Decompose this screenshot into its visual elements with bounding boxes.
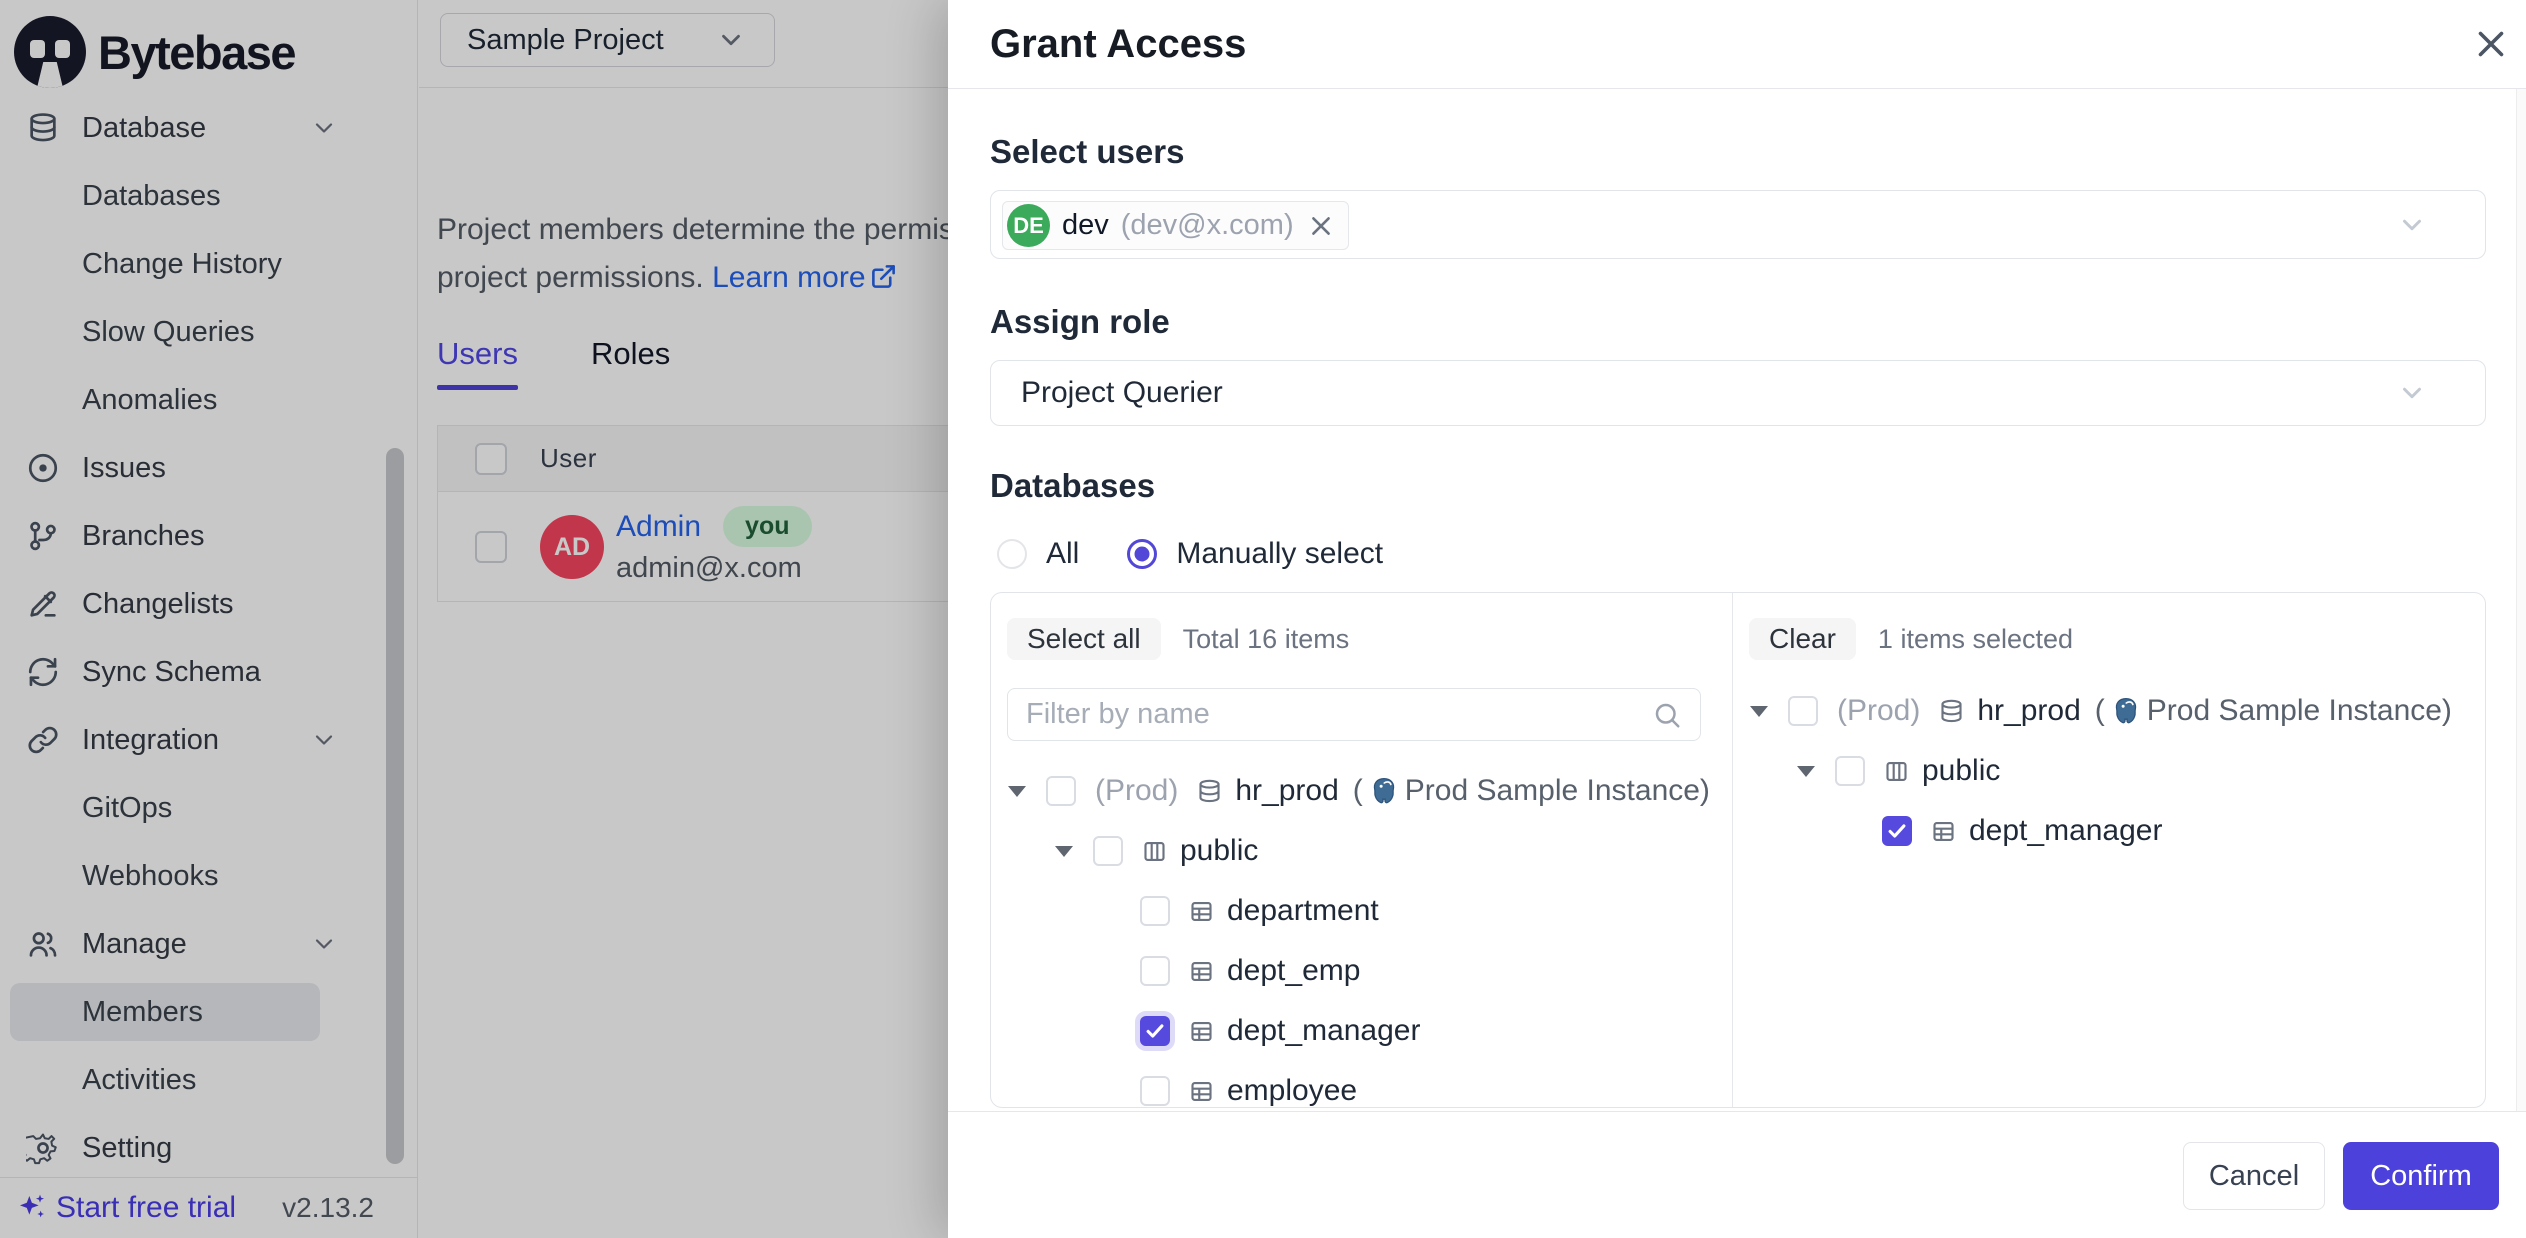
search-icon	[1652, 700, 1682, 730]
selected-count-label: 1 items selected	[1878, 624, 2073, 655]
checkbox-unchecked[interactable]	[1046, 776, 1076, 806]
tree-row-hr_prod[interactable]: (Prod) hr_prod (Prod Sample Instance)	[1733, 681, 2485, 741]
caret-down-icon[interactable]	[1055, 846, 1093, 857]
radio-selected-icon	[1127, 539, 1157, 569]
role-select-value: Project Querier	[1021, 376, 1223, 410]
modal-scrollbar[interactable]	[2516, 89, 2526, 1111]
tree-node-name: public	[1180, 834, 1258, 868]
table-icon	[1188, 1018, 1215, 1045]
radio-all[interactable]: All	[997, 537, 1079, 571]
database-picker: Select all Total 16 items (Prod)hr_prod(…	[990, 592, 2486, 1108]
available-tree: (Prod) hr_prod (Prod Sample Instance) publi…	[991, 761, 1732, 1107]
schema-icon	[1883, 758, 1910, 785]
modal-title: Grant Access	[990, 22, 1246, 67]
picker-available-panel: Select all Total 16 items (Prod)hr_prod(…	[991, 593, 1733, 1107]
select-users-label: Select users	[990, 133, 1184, 171]
select-users-input[interactable]: DE dev (dev@x.com)	[990, 190, 2486, 259]
schema-icon	[1141, 838, 1168, 865]
checkbox-unchecked[interactable]	[1140, 896, 1170, 926]
tree-row-public[interactable]: public	[1733, 741, 2485, 801]
filter-input[interactable]	[1008, 689, 1700, 740]
checkbox-checked[interactable]	[1140, 1016, 1170, 1046]
database-icon	[1196, 778, 1223, 805]
confirm-button[interactable]: Confirm	[2343, 1142, 2499, 1210]
modal-footer: Cancel Confirm	[948, 1112, 2526, 1238]
tree-node-name: hr_prod	[1235, 774, 1338, 808]
instance-label: (Prod Sample Instance)	[1353, 774, 1710, 808]
caret-down-icon[interactable]	[1750, 706, 1788, 717]
tree-row-dept_emp[interactable]: dept_emp	[991, 941, 1732, 1001]
close-icon[interactable]	[2473, 26, 2509, 62]
tree-node-name: dept_manager	[1969, 814, 2162, 848]
assign-role-label: Assign role	[990, 303, 1170, 341]
caret-down-icon[interactable]	[1008, 786, 1046, 797]
header-divider	[948, 88, 2526, 89]
remove-chip-icon[interactable]	[1308, 213, 1334, 239]
database-icon	[1938, 698, 1965, 725]
tree-node-name: department	[1227, 894, 1379, 928]
clear-button[interactable]: Clear	[1749, 618, 1856, 660]
checkbox-unchecked[interactable]	[1788, 696, 1818, 726]
database-scope-radios: All Manually select	[997, 537, 1383, 571]
grant-access-modal: Grant Access Select users DE dev (dev@x.…	[948, 0, 2526, 1238]
environment-label: (Prod)	[1837, 694, 1920, 728]
tree-row-hr_prod[interactable]: (Prod) hr_prod (Prod Sample Instance)	[991, 761, 1732, 821]
tree-row-employee[interactable]: employee	[991, 1061, 1732, 1107]
checkbox-checked[interactable]	[1882, 816, 1912, 846]
table-icon	[1188, 958, 1215, 985]
radio-label: Manually select	[1176, 537, 1383, 571]
instance-label: (Prod Sample Instance)	[2095, 694, 2452, 728]
tree-row-department[interactable]: department	[991, 881, 1732, 941]
filter-input-wrap	[1007, 688, 1701, 741]
checkbox-unchecked[interactable]	[1835, 756, 1865, 786]
role-select[interactable]: Project Querier	[990, 360, 2486, 426]
environment-label: (Prod)	[1095, 774, 1178, 808]
tree-row-dept_manager[interactable]: dept_manager	[991, 1001, 1732, 1061]
caret-down-icon[interactable]	[1797, 766, 1835, 777]
chevron-down-icon	[2397, 210, 2427, 240]
databases-label: Databases	[990, 467, 1155, 505]
radio-unselected-icon	[997, 539, 1027, 569]
chevron-down-icon	[2397, 378, 2427, 408]
radio-label: All	[1046, 537, 1079, 571]
checkbox-unchecked[interactable]	[1140, 956, 1170, 986]
tree-node-name: dept_emp	[1227, 954, 1360, 988]
table-icon	[1188, 898, 1215, 925]
postgresql-icon	[2111, 696, 2141, 726]
tree-row-dept_manager[interactable]: dept_manager	[1733, 801, 2485, 861]
selected-tree: (Prod) hr_prod (Prod Sample Instance) publi…	[1733, 681, 2485, 1107]
tree-node-name: dept_manager	[1227, 1014, 1420, 1048]
user-chip: DE dev (dev@x.com)	[1002, 201, 1349, 250]
picker-selected-panel: Clear 1 items selected (Prod)hr_prod(Pro…	[1733, 593, 2485, 1107]
table-icon	[1188, 1078, 1215, 1105]
postgresql-icon	[1369, 776, 1399, 806]
checkbox-unchecked[interactable]	[1093, 836, 1123, 866]
select-all-button[interactable]: Select all	[1007, 618, 1161, 660]
avatar: DE	[1007, 204, 1050, 247]
cancel-button[interactable]: Cancel	[2183, 1142, 2325, 1210]
chip-user-email: (dev@x.com)	[1121, 209, 1294, 242]
tree-row-public[interactable]: public	[991, 821, 1732, 881]
tree-node-name: hr_prod	[1977, 694, 2080, 728]
tree-node-name: public	[1922, 754, 2000, 788]
table-icon	[1930, 818, 1957, 845]
radio-manually-select[interactable]: Manually select	[1127, 537, 1383, 571]
chip-user-name: dev	[1062, 209, 1109, 242]
tree-node-name: employee	[1227, 1074, 1357, 1107]
checkbox-unchecked[interactable]	[1140, 1076, 1170, 1106]
total-items-label: Total 16 items	[1183, 624, 1350, 655]
